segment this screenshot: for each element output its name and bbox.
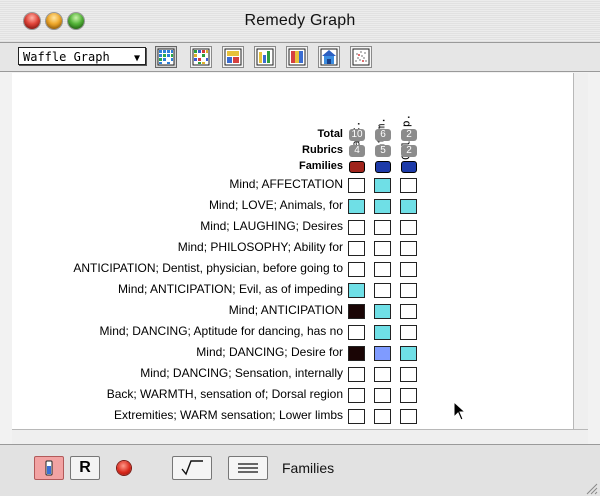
waffle-cell[interactable] bbox=[348, 367, 365, 382]
rubrics-calc-p: 2 bbox=[401, 145, 417, 157]
waffle-cell[interactable] bbox=[374, 283, 391, 298]
r-button[interactable]: R bbox=[70, 456, 100, 480]
chevron-down-icon: ▼ bbox=[133, 53, 140, 64]
waffle-cell[interactable] bbox=[348, 346, 365, 361]
rubric-label[interactable]: Mind; DANCING; Aptitude for dancing, has… bbox=[100, 324, 343, 338]
rubric-label[interactable]: Mind; PHILOSOPHY; Ability for bbox=[178, 240, 343, 254]
waffle-cell[interactable] bbox=[374, 262, 391, 277]
bar-view-icon bbox=[256, 48, 274, 66]
families-status-label: Families bbox=[282, 460, 335, 476]
record-icon[interactable] bbox=[117, 461, 131, 475]
rubric-label[interactable]: Mind; ANTICIPATION; Evil, as of impeding bbox=[118, 282, 343, 296]
waffle-cell[interactable] bbox=[374, 409, 391, 424]
waffle-cell[interactable] bbox=[374, 304, 391, 319]
waffle-cell[interactable] bbox=[400, 178, 417, 193]
waffle-cell[interactable] bbox=[348, 220, 365, 235]
rubrics-carc: 4 bbox=[349, 145, 365, 157]
vertical-scrollbar[interactable] bbox=[573, 73, 588, 429]
table-view-button[interactable] bbox=[222, 46, 244, 68]
family-swatch-calc-p[interactable] bbox=[401, 161, 417, 173]
waffle-cell[interactable] bbox=[348, 409, 365, 424]
graph-area[interactable]: Carc. Nat-m. Calc-p. Total Rubrics Famil… bbox=[12, 73, 588, 429]
total-nat-m: 6 bbox=[375, 129, 391, 141]
waffle-cell[interactable] bbox=[348, 325, 365, 340]
graph-type-value: Waffle Graph bbox=[23, 50, 110, 64]
waffle-cell[interactable] bbox=[374, 346, 391, 361]
waffle-cell[interactable] bbox=[400, 262, 417, 277]
table-view-icon bbox=[224, 48, 242, 66]
rubric-label[interactable]: Mind; DANCING; Desire for bbox=[196, 345, 343, 359]
bottle-icon bbox=[45, 460, 53, 476]
resize-grip-icon[interactable] bbox=[584, 481, 598, 495]
rubric-label[interactable]: Mind; LOVE; Animals, for bbox=[209, 198, 343, 212]
rubric-label[interactable]: Mind; DANCING; Sensation, internally bbox=[140, 366, 343, 380]
graph-type-select[interactable]: Waffle Graph ▼ bbox=[18, 47, 146, 65]
text-lines-icon bbox=[238, 463, 258, 473]
lines-button[interactable] bbox=[228, 456, 268, 480]
title-bar[interactable]: Remedy Graph bbox=[0, 0, 600, 43]
grid-view-button[interactable] bbox=[190, 46, 212, 68]
sqrt-button[interactable] bbox=[172, 456, 212, 480]
waffle-cell[interactable] bbox=[400, 388, 417, 403]
waffle-cell[interactable] bbox=[400, 220, 417, 235]
total-carc: 10 bbox=[349, 129, 365, 141]
rubric-label[interactable]: Mind; AFFECTATION bbox=[229, 177, 343, 191]
house-view-button[interactable] bbox=[318, 46, 340, 68]
waffle-cell[interactable] bbox=[374, 220, 391, 235]
waffle-cell[interactable] bbox=[400, 367, 417, 382]
column-view-button[interactable] bbox=[286, 46, 308, 68]
toolbar: Waffle Graph ▼ bbox=[0, 43, 600, 72]
scatter-view-icon bbox=[352, 48, 370, 66]
house-view-icon bbox=[320, 48, 338, 66]
mouse-pointer-icon bbox=[453, 401, 467, 421]
waffle-view-button[interactable] bbox=[155, 46, 177, 68]
family-swatch-carc[interactable] bbox=[349, 161, 365, 173]
waffle-cell[interactable] bbox=[374, 367, 391, 382]
rubric-filter-button[interactable] bbox=[34, 456, 64, 480]
column-view-icon bbox=[288, 48, 306, 66]
families-label: Families bbox=[298, 160, 343, 172]
rubric-label[interactable]: Mind; LAUGHING; Desires bbox=[200, 219, 343, 233]
waffle-cell[interactable] bbox=[348, 283, 365, 298]
waffle-cell[interactable] bbox=[400, 241, 417, 256]
family-swatch-nat-m[interactable] bbox=[375, 161, 391, 173]
rubrics-label: Rubrics bbox=[302, 144, 343, 156]
waffle-view-icon bbox=[157, 48, 175, 66]
waffle-cell[interactable] bbox=[348, 388, 365, 403]
waffle-cell[interactable] bbox=[348, 304, 365, 319]
waffle-cell[interactable] bbox=[374, 199, 391, 214]
waffle-cell[interactable] bbox=[348, 178, 365, 193]
waffle-cell[interactable] bbox=[400, 304, 417, 319]
waffle-cell[interactable] bbox=[348, 262, 365, 277]
waffle-cell[interactable] bbox=[400, 346, 417, 361]
rubric-label[interactable]: Back; WARMTH, sensation of; Dorsal regio… bbox=[107, 387, 343, 401]
rubric-label[interactable]: Extremities; WARM sensation; Lower limbs bbox=[114, 408, 343, 422]
square-root-icon bbox=[181, 460, 203, 476]
waffle-cell[interactable] bbox=[374, 241, 391, 256]
bar-view-button[interactable] bbox=[254, 46, 276, 68]
total-calc-p: 2 bbox=[401, 129, 417, 141]
window-title: Remedy Graph bbox=[244, 12, 356, 29]
horizontal-scrollbar[interactable] bbox=[12, 429, 588, 445]
waffle-cell[interactable] bbox=[400, 283, 417, 298]
rubrics-nat-m: 5 bbox=[375, 145, 391, 157]
rubric-label[interactable]: Mind; ANTICIPATION bbox=[229, 303, 343, 317]
waffle-cell[interactable] bbox=[400, 199, 417, 214]
waffle-cell[interactable] bbox=[374, 325, 391, 340]
bottom-bar: R Families bbox=[0, 444, 600, 496]
total-label: Total bbox=[317, 128, 343, 140]
r-button-label: R bbox=[79, 459, 91, 476]
remedy-graph-window: Remedy Graph Waffle Graph ▼ Total Rubric… bbox=[0, 0, 600, 496]
waffle-cell[interactable] bbox=[400, 325, 417, 340]
waffle-cell[interactable] bbox=[400, 409, 417, 424]
scatter-view-button[interactable] bbox=[350, 46, 372, 68]
rubric-label[interactable]: ANTICIPATION; Dentist, physician, before… bbox=[73, 261, 343, 275]
grid-view-icon bbox=[192, 48, 210, 66]
waffle-cell[interactable] bbox=[374, 178, 391, 193]
waffle-cell[interactable] bbox=[348, 199, 365, 214]
waffle-cell[interactable] bbox=[374, 388, 391, 403]
waffle-cell[interactable] bbox=[348, 241, 365, 256]
